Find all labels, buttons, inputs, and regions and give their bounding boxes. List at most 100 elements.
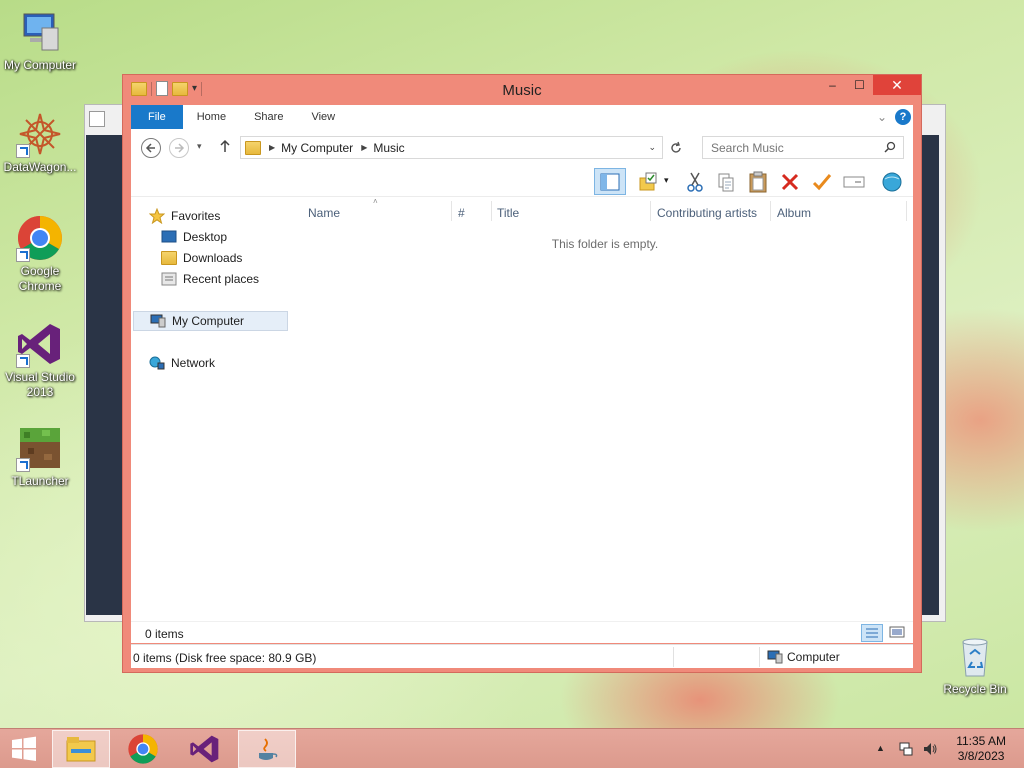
desktop-icon-datawagon[interactable]: DataWagon... (0, 110, 80, 175)
up-button[interactable] (219, 139, 231, 156)
item-count: 0 items (145, 627, 184, 641)
visual-studio-icon (190, 735, 219, 763)
refresh-button[interactable] (669, 141, 683, 158)
shortcut-arrow-icon (16, 144, 30, 158)
tab-home[interactable]: Home (183, 105, 240, 129)
expand-ribbon-icon[interactable]: ⌄ (877, 110, 887, 124)
column-header-name[interactable]: Name (308, 201, 340, 225)
desktop-icon-recycle-bin[interactable]: Recycle Bin (935, 632, 1015, 697)
refresh-icon (671, 141, 681, 153)
taskbar-visual-studio[interactable] (176, 730, 234, 768)
maximize-button[interactable]: ☐ (846, 75, 873, 95)
tab-view[interactable]: View (297, 105, 349, 129)
forward-arrow-icon (175, 143, 185, 153)
tab-file[interactable]: File (131, 105, 183, 129)
system-clock[interactable]: 11:35 AM 3/8/2023 (956, 734, 1006, 764)
volume-icon[interactable] (922, 741, 938, 760)
status-details: 0 items (Disk free space: 80.9 GB) (133, 651, 317, 665)
select-all-button[interactable] (635, 170, 661, 194)
preview-pane-button[interactable] (594, 168, 626, 195)
copy-button[interactable] (713, 170, 739, 194)
close-button[interactable]: ✕ (873, 75, 921, 95)
music-folder-icon (245, 140, 261, 155)
address-dropdown-icon[interactable]: ⌄ (648, 142, 656, 153)
breadcrumb-music[interactable]: Music (373, 141, 404, 155)
options-button[interactable] (879, 170, 905, 194)
nav-label: Network (171, 356, 216, 370)
status-location-label: Computer (787, 650, 840, 664)
java-icon (259, 738, 278, 760)
datawagon-icon (16, 110, 64, 158)
column-divider[interactable] (650, 201, 651, 221)
back-arrow-icon (145, 143, 155, 153)
details-view-button[interactable] (861, 624, 883, 642)
nav-label: Recent places (183, 272, 260, 286)
nav-item-downloads[interactable]: Downloads (161, 248, 242, 268)
computer-icon (767, 650, 783, 664)
nav-item-recent-places[interactable]: Recent places (161, 269, 259, 289)
status-bar: 0 items (Disk free space: 80.9 GB) Compu… (131, 644, 913, 668)
minimize-button[interactable]: – (819, 75, 846, 95)
column-header-number[interactable]: # (458, 201, 465, 225)
desktop-icon-my-computer[interactable]: My Computer (0, 8, 80, 73)
start-button[interactable] (0, 730, 48, 768)
shortcut-arrow-icon (16, 458, 30, 472)
help-icon[interactable]: ? (895, 109, 911, 125)
network-tray-icon[interactable] (898, 741, 914, 760)
ribbon-tabs: File Home Share View ⌄ ? (131, 105, 913, 129)
column-header-title[interactable]: Title (497, 201, 519, 225)
nav-item-favorites[interactable]: Favorites (149, 206, 220, 226)
content-area: Favorites Desktop Downloads Recent place… (131, 197, 913, 643)
desktop-icon-tlauncher[interactable]: TLauncher (0, 424, 80, 489)
show-hidden-icons-icon[interactable]: ▲ (876, 743, 885, 753)
column-header-contributing-artists[interactable]: Contributing artists (657, 201, 757, 225)
column-divider[interactable] (770, 201, 771, 221)
recent-locations-icon[interactable]: ▾ (197, 141, 202, 152)
breadcrumb-separator-icon[interactable]: ▶ (361, 143, 367, 152)
back-button[interactable] (141, 138, 161, 158)
preview-pane-icon (600, 173, 620, 190)
column-divider[interactable] (906, 201, 907, 221)
large-icons-view-icon (889, 626, 905, 638)
search-input[interactable] (703, 137, 873, 158)
desktop-icon-label: DataWagon... (3, 160, 77, 174)
delete-button[interactable] (777, 170, 803, 194)
visual-studio-icon (16, 320, 64, 368)
star-icon (149, 208, 165, 224)
nav-item-desktop[interactable]: Desktop (161, 227, 227, 247)
caption-buttons: – ☐ ✕ (819, 75, 921, 95)
desktop-icon-google-chrome[interactable]: Google Chrome (0, 214, 80, 294)
address-bar[interactable]: ▶ My Computer ▶ Music ⌄ (240, 136, 663, 159)
cut-button[interactable] (682, 170, 708, 194)
forward-button[interactable] (169, 138, 189, 158)
select-dropdown-icon[interactable]: ▾ (664, 175, 669, 186)
taskbar-java-app[interactable] (238, 730, 296, 768)
paste-button[interactable] (745, 170, 771, 194)
tab-share[interactable]: Share (240, 105, 297, 129)
search-icon[interactable] (884, 141, 896, 156)
properties-button[interactable] (841, 170, 867, 194)
title-bar[interactable]: ▾ Music – ☐ ✕ (123, 75, 921, 105)
column-divider[interactable] (451, 201, 452, 221)
navigation-pane: Favorites Desktop Downloads Recent place… (131, 197, 289, 643)
nav-item-my-computer[interactable]: My Computer (133, 311, 288, 331)
nav-label: Favorites (171, 209, 221, 223)
cut-icon (687, 172, 703, 192)
desktop-icon-visual-studio[interactable]: Visual Studio 2013 (0, 320, 80, 400)
taskbar-file-explorer[interactable] (52, 730, 110, 768)
window-title: Music (502, 82, 542, 99)
taskbar-google-chrome[interactable] (114, 730, 172, 768)
large-icons-view-button[interactable] (889, 625, 907, 641)
java-icon (89, 111, 105, 127)
column-divider[interactable] (491, 201, 492, 221)
rename-button[interactable] (809, 170, 835, 194)
column-header-album[interactable]: Album (777, 201, 811, 225)
nav-label: My Computer (172, 314, 245, 328)
up-arrow-icon (220, 139, 230, 152)
nav-label: Desktop (183, 230, 228, 244)
breadcrumb-my-computer[interactable]: My Computer (281, 141, 353, 155)
nav-item-network[interactable]: Network (149, 353, 215, 373)
explorer-window: ▾ Music – ☐ ✕ File Home Share View ⌄ ? ▾ (122, 74, 922, 673)
ribbon-controls: ⌄ ? (877, 105, 913, 129)
breadcrumb-separator-icon[interactable]: ▶ (269, 143, 275, 152)
